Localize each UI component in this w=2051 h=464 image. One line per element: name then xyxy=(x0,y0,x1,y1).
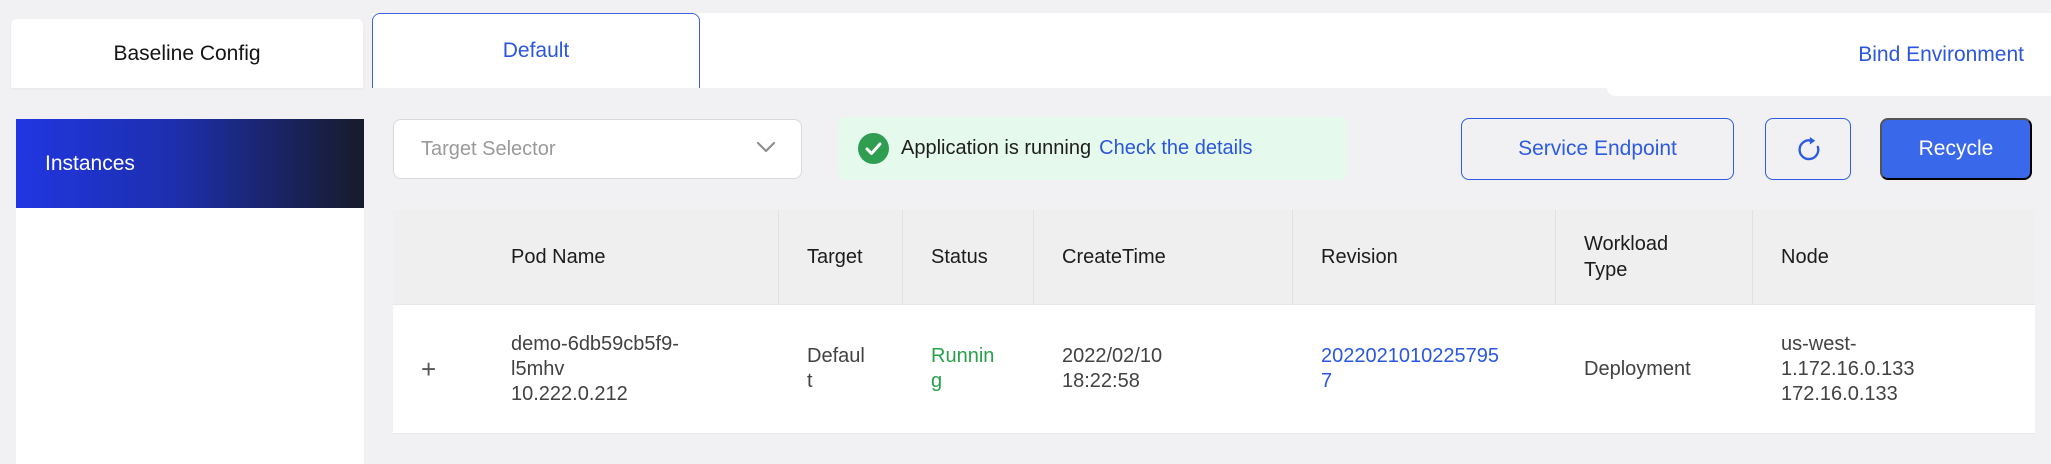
status-badge: Running xyxy=(931,344,995,394)
service-endpoint-button[interactable]: Service Endpoint xyxy=(1461,118,1734,180)
revision-link[interactable]: 20220210102257957 xyxy=(1321,344,1509,394)
cell-status: Running xyxy=(903,305,1034,433)
expand-row-icon[interactable]: + xyxy=(421,356,436,382)
alert-message: Application is running xyxy=(901,137,1091,160)
cell-expander: + xyxy=(393,305,483,433)
cell-node: us-west-1.172.16.0.133 172.16.0.133 xyxy=(1753,305,2035,433)
column-header-node: Node xyxy=(1753,210,2035,304)
cell-workload-type: Deployment xyxy=(1556,305,1753,433)
column-header-createtime: CreateTime xyxy=(1034,210,1293,304)
pod-name: demo-6db59cb5f9-l5mhv xyxy=(511,332,705,382)
column-header-workload-type: Workload Type xyxy=(1556,210,1753,304)
tab-baseline-config-label: Baseline Config xyxy=(113,42,260,66)
sidebar-item-instances-label: Instances xyxy=(45,152,135,176)
target-selector-dropdown[interactable]: Target Selector xyxy=(393,119,802,179)
recycle-label: Recycle xyxy=(1919,137,1994,161)
tab-default[interactable]: Default xyxy=(372,13,700,88)
pod-ip: 10.222.0.212 xyxy=(511,382,705,407)
instances-table: Pod Name Target Status CreateTime Revisi… xyxy=(393,210,2035,434)
sidebar: Instances xyxy=(16,119,364,464)
chevron-down-icon xyxy=(756,140,776,158)
target-selector-placeholder: Target Selector xyxy=(421,138,556,161)
column-header-status: Status xyxy=(903,210,1034,304)
cell-pod-name: demo-6db59cb5f9-l5mhv 10.222.0.212 xyxy=(483,305,779,433)
target-value: Default xyxy=(807,344,869,394)
cell-revision: 20220210102257957 xyxy=(1293,305,1556,433)
check-details-link[interactable]: Check the details xyxy=(1099,137,1252,160)
refresh-button[interactable] xyxy=(1765,118,1851,180)
cell-target: Default xyxy=(779,305,903,433)
create-time-value: 2022/02/10 18:22:58 xyxy=(1062,344,1244,394)
application-status-alert: Application is running Check the details xyxy=(838,117,1347,180)
tab-baseline-config[interactable]: Baseline Config xyxy=(11,19,363,88)
node-ip: 172.16.0.133 xyxy=(1781,382,1979,407)
column-header-expander xyxy=(393,210,483,304)
tab-default-label: Default xyxy=(503,39,570,63)
column-header-pod-name: Pod Name xyxy=(483,210,779,304)
table-header-row: Pod Name Target Status CreateTime Revisi… xyxy=(393,210,2035,304)
recycle-button[interactable]: Recycle xyxy=(1880,118,2032,180)
sidebar-item-instances[interactable]: Instances xyxy=(16,119,364,208)
service-endpoint-label: Service Endpoint xyxy=(1518,137,1677,161)
success-check-icon xyxy=(858,133,889,164)
column-header-revision: Revision xyxy=(1293,210,1556,304)
table-row: + demo-6db59cb5f9-l5mhv 10.222.0.212 Def… xyxy=(393,304,2035,434)
bind-environment-link[interactable]: Bind Environment xyxy=(1858,43,2024,67)
column-header-target: Target xyxy=(779,210,903,304)
node-name: us-west-1.172.16.0.133 xyxy=(1781,332,1979,382)
workload-type-value: Deployment xyxy=(1584,357,1691,382)
bind-environment-card: Bind Environment xyxy=(1607,13,2051,96)
refresh-icon xyxy=(1795,136,1822,163)
cell-createtime: 2022/02/10 18:22:58 xyxy=(1034,305,1293,433)
